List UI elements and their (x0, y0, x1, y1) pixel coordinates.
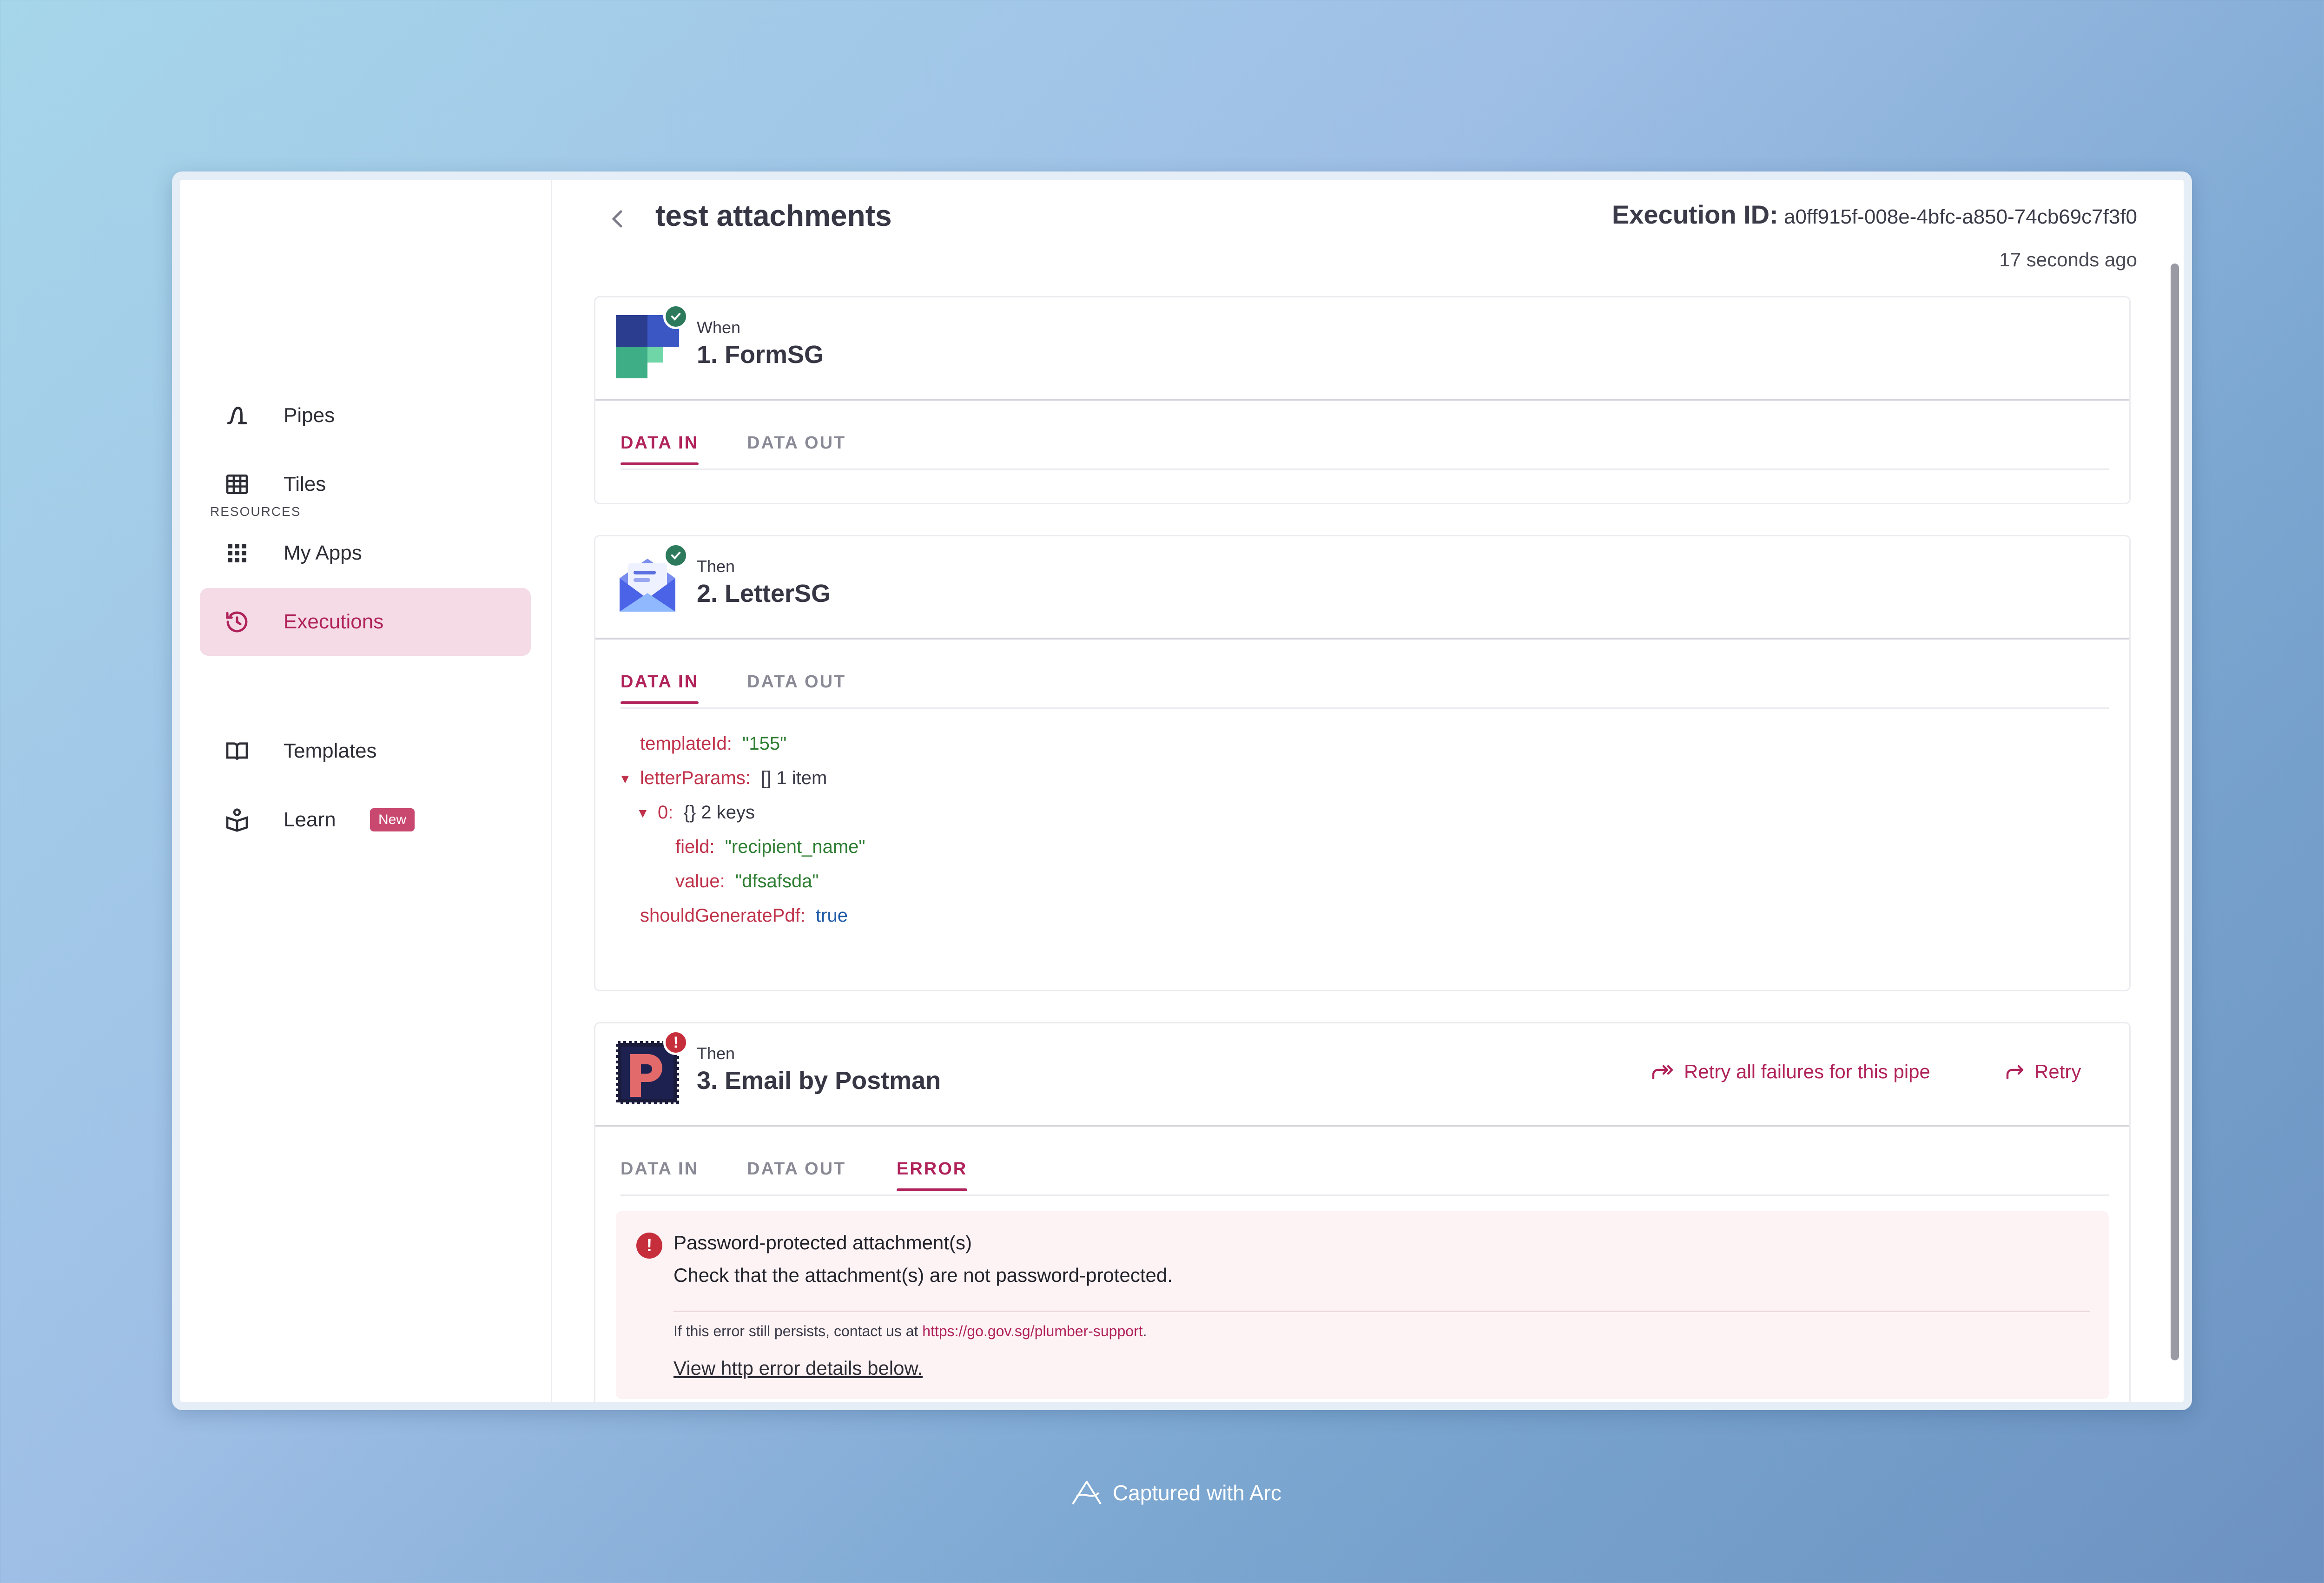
json-value: "155" (742, 733, 787, 754)
json-meta: [] 1 item (761, 768, 827, 788)
step-card-formsg: When 1. FormSG DATA IN DATA OUT (594, 296, 2131, 504)
json-row-field: field: "recipient_name" (675, 837, 865, 857)
json-value: "recipient_name" (725, 837, 865, 857)
step-name: 2. LetterSG (697, 580, 831, 607)
sidebar-item-pipes[interactable]: Pipes (200, 382, 531, 449)
sidebar-item-label: Templates (284, 739, 377, 762)
json-key: value: (675, 871, 725, 891)
tab-error[interactable]: ERROR (897, 1159, 968, 1191)
retry-all-icon (1652, 1065, 1673, 1080)
step-tabs: DATA IN DATA OUT ERROR (621, 1150, 2109, 1196)
step-header: ! Then 3. Email by Postman Retry all fai… (595, 1023, 2129, 1127)
tab-data-in[interactable]: DATA IN (621, 433, 699, 465)
sidebar-item-label: Learn (284, 808, 336, 831)
error-description: Check that the attachment(s) are not pas… (673, 1264, 1173, 1286)
tab-data-in[interactable]: DATA IN (621, 1159, 699, 1179)
step-name: 3. Email by Postman (697, 1067, 941, 1095)
table-icon (222, 469, 252, 499)
json-row-should-generate-pdf: shouldGeneratePdf: true (640, 905, 848, 926)
execution-id-label: Execution ID: (1611, 200, 1778, 229)
json-key: field: (675, 837, 715, 857)
expand-caret-icon[interactable]: ▼ (636, 806, 649, 821)
back-button[interactable] (608, 206, 627, 232)
execution-id-value: a0ff915f-008e-4bfc-a850-74cb69c7f3f0 (1784, 205, 2137, 228)
execution-time: 17 seconds ago (1999, 249, 2137, 270)
json-row-item-0: 0: {} 2 keys (658, 802, 755, 823)
success-icon (663, 543, 688, 568)
divider (673, 1311, 2090, 1312)
page-title: test attachments (655, 199, 892, 232)
app-window: Pipes Tiles My Apps Executions RESOURCES (172, 171, 2192, 1410)
json-key: 0: (658, 802, 673, 823)
error-alert-icon: ! (636, 1233, 662, 1259)
main-content: test attachments Execution ID: a0ff915f-… (552, 180, 2184, 1402)
retry-label: Retry (2034, 1061, 2081, 1082)
step-tabs: DATA IN DATA OUT (621, 663, 2109, 709)
sidebar-item-label: My Apps (284, 541, 362, 564)
contact-text: If this error still persists, contact us… (673, 1323, 923, 1339)
sidebar: Pipes Tiles My Apps Executions RESOURCES (180, 180, 552, 1402)
step-header: Then 2. LetterSG (595, 536, 2129, 640)
step-kind: Then (697, 1044, 735, 1063)
expand-caret-icon[interactable]: ▼ (619, 772, 632, 786)
step-kind: When (697, 318, 741, 337)
retry-all-label: Retry all failures for this pipe (1684, 1061, 1930, 1082)
step-header: When 1. FormSG (595, 297, 2129, 401)
retry-button[interactable]: Retry (2005, 1061, 2081, 1083)
pipes-icon (222, 401, 252, 430)
sidebar-item-my-apps[interactable]: My Apps (200, 519, 531, 587)
capture-footer: Captured with Arc (1069, 1478, 1281, 1508)
json-key: shouldGeneratePdf: (640, 905, 805, 926)
step-card-lettersg: Then 2. LetterSG DATA IN DATA OUT templa… (594, 535, 2131, 991)
retry-icon (2006, 1065, 2024, 1080)
view-error-details-link[interactable]: View http error details below. (673, 1357, 923, 1379)
retry-all-button[interactable]: Retry all failures for this pipe (1651, 1061, 1930, 1083)
sidebar-item-executions[interactable]: Executions (200, 588, 531, 656)
sidebar-item-label: Executions (284, 610, 384, 633)
step-card-postman: ! Then 3. Email by Postman Retry all fai… (594, 1022, 2131, 1402)
tab-data-out[interactable]: DATA OUT (747, 672, 846, 692)
json-key: templateId: (640, 733, 732, 754)
step-name: 1. FormSG (697, 341, 824, 369)
new-badge: New (370, 808, 415, 831)
grid-icon (222, 538, 252, 568)
tab-data-out[interactable]: DATA OUT (747, 1159, 846, 1179)
book-icon (222, 736, 252, 766)
sidebar-item-learn[interactable]: Learn New (200, 786, 531, 854)
sidebar-item-templates[interactable]: Templates (200, 717, 531, 785)
error-alert: ! Password-protected attachment(s) Check… (616, 1211, 2109, 1399)
scrollbar[interactable] (2171, 264, 2179, 1360)
support-link[interactable]: https://go.gov.sg/plumber-support (922, 1323, 1142, 1339)
json-value: true (816, 905, 848, 926)
json-row-letter-params: letterParams: [] 1 item (640, 768, 827, 789)
contact-suffix: . (1142, 1323, 1147, 1339)
step-tabs: DATA IN DATA OUT (621, 424, 2109, 470)
tab-data-in[interactable]: DATA IN (621, 672, 699, 704)
step-kind: Then (697, 557, 735, 576)
json-value: "dfsafsda" (735, 871, 819, 891)
tab-data-out[interactable]: DATA OUT (747, 433, 846, 453)
history-icon (222, 607, 252, 637)
json-key: letterParams: (640, 768, 751, 788)
execution-id: Execution ID: a0ff915f-008e-4bfc-a850-74… (1612, 199, 2137, 230)
resources-heading: RESOURCES (210, 504, 301, 519)
error-title: Password-protected attachment(s) (673, 1232, 972, 1253)
error-contact: If this error still persists, contact us… (673, 1323, 1147, 1340)
json-row-template-id: templateId: "155" (640, 733, 786, 754)
learn-icon (222, 805, 252, 835)
error-icon: ! (663, 1030, 688, 1055)
arc-logo-icon (1072, 1481, 1102, 1505)
success-icon (663, 304, 688, 329)
json-meta: {} 2 keys (683, 802, 755, 823)
json-row-value: value: "dfsafsda" (675, 871, 819, 892)
footer-text: Captured with Arc (1113, 1481, 1282, 1505)
sidebar-item-label: Pipes (284, 404, 335, 427)
sidebar-item-label: Tiles (284, 473, 326, 495)
